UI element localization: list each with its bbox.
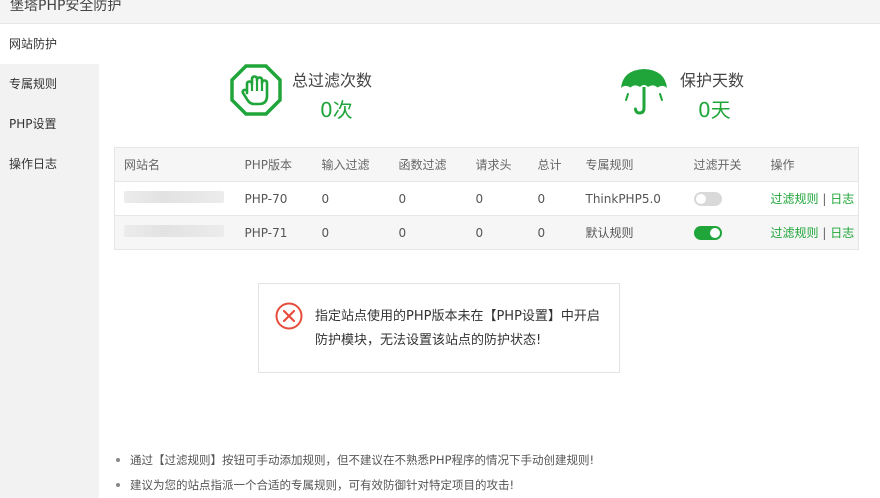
col-total: 总计 <box>528 147 577 182</box>
col-actions: 操作 <box>761 147 859 182</box>
umbrella-icon <box>621 69 667 115</box>
total-cell: 0 <box>528 181 577 216</box>
actions-cell: 过滤规则 | 日志 <box>761 181 859 216</box>
redacted-site-name <box>124 225 224 237</box>
table-header-row: 网站名 PHP版本 输入过滤 函数过滤 请求头 总计 专属规则 过滤开关 操作 <box>114 147 859 182</box>
sidebar: 网站防护 专属规则 PHP设置 操作日志 <box>0 24 99 498</box>
action-separator: | <box>822 192 827 206</box>
tips-list: 通过【过滤规则】按钮可手动添加规则，但不建议在不熟悉PHP程序的情况下手动创建规… <box>116 450 856 498</box>
site-name-cell <box>114 181 236 216</box>
col-filter-switch: 过滤开关 <box>684 147 762 182</box>
site-protection-table: 网站名 PHP版本 输入过滤 函数过滤 请求头 总计 专属规则 过滤开关 操作 … <box>114 147 859 250</box>
log-link[interactable]: 日志 <box>830 226 854 240</box>
col-request-header: 请求头 <box>466 147 529 182</box>
col-site-name: 网站名 <box>114 147 236 182</box>
table-row: PHP-71 0 0 0 0 默认规则 过滤规则 | 日志 <box>114 215 859 250</box>
stat-protect-value: 0天 <box>698 98 731 122</box>
php-version-cell: PHP-71 <box>235 215 313 250</box>
func-filter-cell: 0 <box>389 181 467 216</box>
request-header-cell: 0 <box>466 215 529 250</box>
col-php-version: PHP版本 <box>235 147 313 182</box>
request-header-cell: 0 <box>466 181 529 216</box>
toggle-knob <box>695 193 706 204</box>
stop-hand-icon <box>230 64 282 116</box>
col-func-filter: 函数过滤 <box>389 147 467 182</box>
stat-filter-count: 总过滤次数 0次 <box>230 64 390 122</box>
toggle-knob <box>709 227 720 238</box>
php-version-cell: PHP-70 <box>235 181 313 216</box>
action-separator: | <box>822 226 827 240</box>
filter-toggle[interactable] <box>693 225 722 240</box>
tip-item: 建议为您的站点指派一个合适的专属规则，可有效防御针对特定项目的攻击! <box>116 475 856 498</box>
func-filter-cell: 0 <box>389 215 467 250</box>
site-name-cell <box>114 215 236 250</box>
col-exclusive-rule: 专属规则 <box>576 147 685 182</box>
filter-rules-link[interactable]: 过滤规则 <box>771 192 819 206</box>
error-message-box: 指定站点使用的PHP版本未在【PHP设置】中开启防护模块，无法设置该站点的防护状… <box>258 283 620 373</box>
input-filter-cell: 0 <box>312 181 390 216</box>
actions-cell: 过滤规则 | 日志 <box>761 215 859 250</box>
log-link[interactable]: 日志 <box>830 192 854 206</box>
filter-switch-cell <box>684 215 762 250</box>
stat-protect-days: 保护天数 0天 <box>618 64 768 122</box>
sidebar-item-exclusive-rules[interactable]: 专属规则 <box>0 64 99 104</box>
window-title: 堡塔PHP安全防护 <box>10 0 122 14</box>
title-bar: 堡塔PHP安全防护 <box>0 0 880 24</box>
sidebar-item-operation-log[interactable]: 操作日志 <box>0 144 99 184</box>
error-x-icon <box>275 302 303 330</box>
input-filter-cell: 0 <box>312 215 390 250</box>
sidebar-item-site-protection[interactable]: 网站防护 <box>0 24 99 64</box>
tip-item: 通过【过滤规则】按钮可手动添加规则，但不建议在不熟悉PHP程序的情况下手动创建规… <box>116 450 856 475</box>
exclusive-rule-link[interactable]: ThinkPHP5.0 <box>576 181 685 216</box>
exclusive-rule-link[interactable]: 默认规则 <box>576 215 685 250</box>
redacted-site-name <box>124 191 224 203</box>
sidebar-item-php-settings[interactable]: PHP设置 <box>0 104 99 144</box>
col-input-filter: 输入过滤 <box>312 147 390 182</box>
stat-protect-label: 保护天数 <box>680 71 745 90</box>
error-message-text: 指定站点使用的PHP版本未在【PHP设置】中开启防护模块，无法设置该站点的防护状… <box>315 309 600 348</box>
table-row: PHP-70 0 0 0 0 ThinkPHP5.0 过滤规则 | 日志 <box>114 181 859 216</box>
filter-switch-cell <box>684 181 762 216</box>
filter-rules-link[interactable]: 过滤规则 <box>771 226 819 240</box>
stat-filter-label: 总过滤次数 <box>292 71 373 90</box>
stat-filter-value: 0次 <box>320 98 353 122</box>
filter-toggle[interactable] <box>693 191 722 206</box>
total-cell: 0 <box>528 215 577 250</box>
